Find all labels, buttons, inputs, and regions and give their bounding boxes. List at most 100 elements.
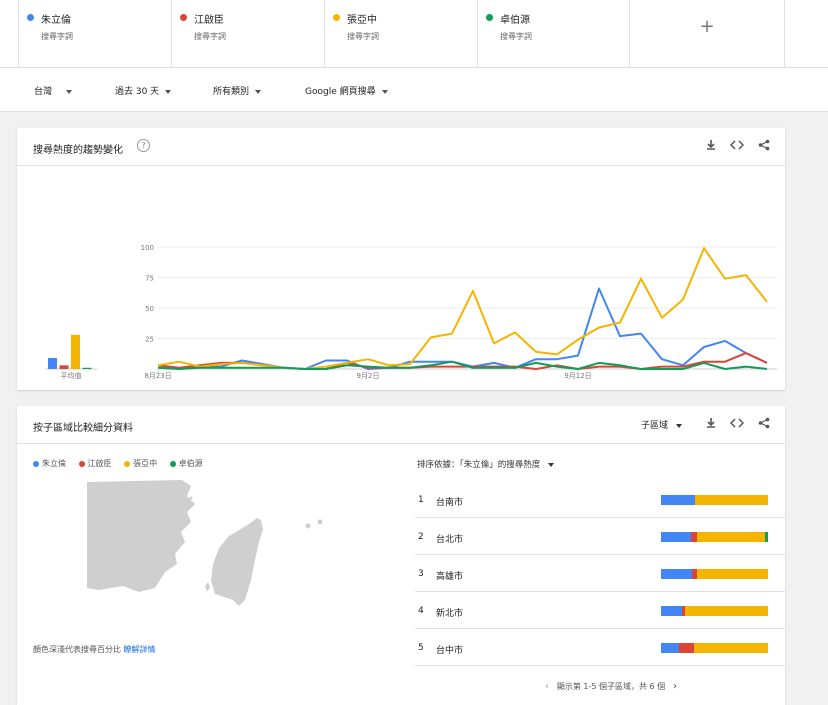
legend-item: 朱立倫 (33, 459, 66, 468)
region-value: 台灣 (34, 87, 53, 97)
average-bar (82, 367, 92, 369)
x-tick-label: 8月23日 (144, 372, 171, 380)
share-icon[interactable] (757, 417, 771, 431)
series-line (157, 247, 768, 370)
next-page-icon[interactable]: › (673, 681, 677, 692)
chevron-down-icon (66, 89, 73, 94)
region-row[interactable]: 4 新北市 (415, 592, 785, 629)
penghu-shape (205, 582, 210, 592)
learn-more-link[interactable]: 瞭解詳情 (124, 645, 156, 654)
pagination-text: 顯示第 1-5 個子區域，共 6 個 (556, 682, 666, 691)
region-row[interactable]: 3 高雄市 (415, 555, 785, 592)
region-name: 台中市 (436, 646, 464, 656)
trend-chart[interactable]: 平均值 25 50 75 100 8月23日 9月2日 9月12日 (17, 166, 785, 390)
previous-page-icon[interactable]: ‹ (545, 681, 549, 692)
map-note-text: 顏色深淺代表搜尋百分比 (33, 645, 121, 654)
region-row[interactable]: 5 台中市 (415, 629, 785, 666)
share-bar (661, 606, 768, 616)
subregion-dropdown[interactable]: 子區域 (641, 418, 683, 431)
region-name: 新北市 (436, 609, 464, 619)
term-chip-2[interactable]: 江啟臣 搜尋字詞 (171, 0, 324, 68)
period-dropdown[interactable]: 過去 30 天 (115, 84, 172, 97)
legend-dot (124, 460, 131, 467)
term-name: 朱立倫 (41, 15, 71, 26)
card-header: 搜尋熱度的趨勢變化 ? (17, 128, 785, 166)
term-color-dot (486, 14, 493, 21)
term-color-dot (333, 14, 340, 21)
term-chip-4[interactable]: 卓伯源 搜尋字詞 (477, 0, 629, 68)
add-term-button[interactable]: + (629, 0, 785, 68)
kinmen-shape (153, 564, 157, 568)
term-type: 搜尋字詞 (41, 32, 73, 41)
category-dropdown[interactable]: 所有類別 (213, 84, 262, 97)
term-type: 搜尋字詞 (500, 32, 532, 41)
legend-dot (33, 460, 39, 467)
region-rank: 2 (418, 532, 424, 542)
region-rank: 1 (418, 495, 424, 505)
share-icon[interactable] (757, 139, 771, 153)
embed-icon[interactable] (729, 417, 745, 431)
term-color-dot (27, 14, 34, 21)
card-header: 按子區域比較細分資料 子區域 (17, 406, 785, 444)
share-segment (661, 643, 680, 653)
map-legend: 朱立倫 江啟臣 張亞中 卓伯源 (33, 458, 213, 469)
share-bar (661, 495, 768, 505)
share-segment (661, 569, 693, 579)
share-bar (661, 532, 768, 542)
download-icon[interactable] (704, 417, 718, 431)
island-shape (317, 519, 323, 525)
region-rank: 3 (418, 569, 424, 579)
region-name: 台南市 (436, 498, 464, 508)
legend-item: 江啟臣 (78, 459, 112, 468)
share-segment (661, 606, 683, 616)
download-icon[interactable] (704, 139, 718, 153)
matsu-shape (189, 496, 193, 500)
series-line (157, 287, 768, 370)
region-map[interactable] (87, 476, 357, 626)
share-segment (684, 606, 768, 616)
term-type: 搜尋字詞 (194, 32, 226, 41)
term-color-dot (180, 14, 187, 21)
region-name: 高雄市 (436, 572, 464, 582)
search-type-dropdown[interactable]: Google 網頁搜尋 (305, 84, 388, 97)
period-value: 過去 30 天 (115, 87, 160, 97)
y-tick-label: 100 (141, 244, 154, 252)
region-dropdown[interactable]: 台灣 (34, 84, 73, 97)
compare-terms-bar: 朱立倫 搜尋字詞 江啟臣 搜尋字詞 張亞中 搜尋字詞 卓伯源 搜尋字詞 + (0, 0, 828, 68)
region-name: 台北市 (436, 535, 464, 545)
share-segment (697, 569, 768, 579)
share-segment (697, 532, 765, 542)
average-bar (48, 358, 57, 369)
help-icon[interactable]: ? (137, 139, 150, 152)
chevron-down-icon (255, 89, 262, 94)
y-tick-label: 25 (145, 336, 154, 344)
share-segment (679, 643, 695, 653)
share-segment (695, 495, 768, 505)
legend-dot (78, 460, 85, 467)
sort-by-dropdown[interactable]: 排序依據：「朱立倫」的搜尋熱度 (417, 458, 555, 470)
legend-dot (169, 460, 176, 467)
legend-item: 張亞中 (124, 459, 157, 468)
term-chip-3[interactable]: 張亞中 搜尋字詞 (324, 0, 477, 68)
region-row[interactable]: 1 台南市 (415, 481, 785, 518)
term-chip-1[interactable]: 朱立倫 搜尋字詞 (18, 0, 171, 68)
interest-over-time-card: 搜尋熱度的趨勢變化 ? 平均值 25 50 75 100 8月23日 9月2日 9月12日 (17, 128, 785, 390)
filters-bar: 台灣 過去 30 天 所有類別 Google 網頁搜尋 (0, 68, 828, 112)
legend-label: 朱立倫 (42, 459, 66, 468)
mainland-china-shape (87, 480, 195, 592)
card-title: 按子區域比較細分資料 (33, 423, 133, 434)
region-rank: 5 (418, 643, 424, 653)
breakdown-by-region-card: 按子區域比較細分資料 子區域 朱立倫 江啟臣 張亞中 卓伯源 顏色深淺代表搜尋百… (17, 406, 785, 705)
legend-label: 江啟臣 (87, 459, 112, 468)
sort-label: 排序依據：「朱立倫」的搜尋熱度 (417, 460, 541, 470)
region-rank: 4 (418, 606, 424, 616)
card-title: 搜尋熱度的趨勢變化 (33, 145, 123, 156)
embed-icon[interactable] (729, 139, 745, 153)
chevron-down-icon (165, 89, 172, 94)
map-color-note: 顏色深淺代表搜尋百分比 瞭解詳情 (33, 644, 156, 655)
region-row[interactable]: 2 台北市 (415, 518, 785, 555)
legend-label: 張亞中 (133, 459, 158, 468)
term-type: 搜尋字詞 (347, 32, 379, 41)
share-segment (661, 532, 691, 542)
taiwan-shape (211, 518, 263, 606)
